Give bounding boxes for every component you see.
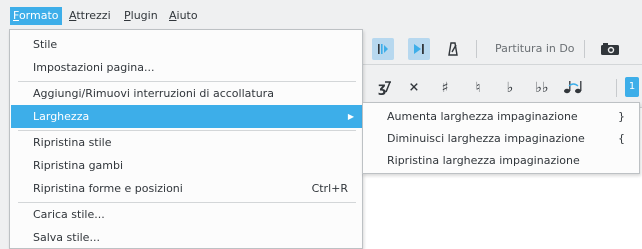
- menu-item-label: Ripristina forme e posizioni: [33, 182, 183, 195]
- menu-item-stile[interactable]: Stile: [11, 33, 362, 56]
- menu-item-ripristina-gambi[interactable]: Ripristina gambi: [11, 154, 362, 177]
- submenu-item-aumenta-larghezza[interactable]: Aumenta larghezza impaginazione }: [364, 106, 639, 128]
- menu-plugin-accel: P: [124, 9, 131, 22]
- menu-item-ripristina-forme[interactable]: Ripristina forme e posizioni Ctrl+R: [11, 177, 362, 200]
- menu-item-label: Aggiungi/Rimuovi interruzioni di accolla…: [33, 87, 274, 100]
- submenu-item-label: Diminuisci larghezza impaginazione: [387, 132, 585, 145]
- menu-item-label: Carica stile...: [33, 208, 105, 221]
- loop-in-button[interactable]: [372, 38, 394, 60]
- toolbar-separator: [584, 40, 585, 58]
- submenu-item-label: Ripristina larghezza impaginazione: [387, 154, 580, 167]
- toolbar-divider: [362, 64, 642, 65]
- submenu-item-ripristina-larghezza[interactable]: Ripristina larghezza impaginazione: [364, 150, 639, 172]
- loop-in-icon: [378, 44, 388, 54]
- play-repeat-icon: [414, 44, 424, 54]
- submenu-item-shortcut: {: [618, 132, 625, 145]
- toolbar-separator: [476, 40, 477, 58]
- camera-icon: [601, 43, 619, 55]
- menu-attrezzi[interactable]: Attrezzi: [66, 7, 114, 25]
- toolbar-separator: [616, 79, 617, 97]
- image-capture-button[interactable]: [597, 39, 623, 59]
- menu-item-label: Stile: [33, 38, 58, 51]
- menu-item-label: Salva stile...: [33, 231, 100, 244]
- metronome-icon: [448, 42, 458, 56]
- menu-plugin[interactable]: Plugin: [121, 7, 161, 25]
- flip-direction-button[interactable]: ʒ: [377, 78, 393, 98]
- submenu-item-shortcut: }: [618, 110, 625, 123]
- menu-attrezzi-label: ttrezzi: [76, 9, 111, 22]
- sharp-button[interactable]: ♯: [437, 78, 453, 98]
- voice-1-button[interactable]: 1: [625, 77, 639, 97]
- tie-icon: [564, 81, 582, 94]
- menu-item-interruzioni-accollatura[interactable]: Aggiungi/Rimuovi interruzioni di accolla…: [11, 82, 362, 105]
- tie-button[interactable]: [561, 78, 585, 98]
- flip-icon: ʒ: [378, 81, 391, 96]
- menu-item-label: Ripristina gambi: [33, 159, 124, 172]
- submenu-item-label: Aumenta larghezza impaginazione: [387, 110, 578, 123]
- submenu-arrow-icon: ▶: [347, 112, 354, 121]
- play-panel-button[interactable]: [408, 38, 430, 60]
- formato-menu: Stile Impostazioni pagina... Aggiungi/Ri…: [9, 29, 363, 249]
- menu-formato-label: ormato: [18, 9, 59, 22]
- menu-aiuto-accel: A: [169, 9, 177, 22]
- menu-aiuto[interactable]: Aiuto: [166, 7, 201, 25]
- menu-item-label: Ripristina stile: [33, 136, 112, 149]
- larghezza-submenu: Aumenta larghezza impaginazione } Diminu…: [362, 102, 640, 174]
- double-sharp-button[interactable]: ×: [406, 78, 422, 98]
- menu-item-carica-stile[interactable]: Carica stile...: [11, 203, 362, 226]
- menu-item-ripristina-stile[interactable]: Ripristina stile: [11, 131, 362, 154]
- menu-formato[interactable]: Formato: [10, 7, 62, 25]
- menu-item-label: Impostazioni pagina...: [33, 61, 155, 74]
- menu-item-salva-stile[interactable]: Salva stile...: [11, 226, 362, 249]
- menu-plugin-label: lugin: [130, 9, 158, 22]
- submenu-item-diminuisci-larghezza[interactable]: Diminuisci larghezza impaginazione {: [364, 128, 639, 150]
- concert-pitch-toggle[interactable]: Partitura in Do: [495, 40, 575, 58]
- flat-button[interactable]: ♭: [502, 78, 518, 98]
- svg-text:ʒ: ʒ: [378, 81, 386, 96]
- natural-button[interactable]: ♮: [470, 78, 486, 98]
- menubar: Formato Attrezzi Plugin Aiuto: [0, 0, 642, 29]
- menu-item-impostazioni-pagina[interactable]: Impostazioni pagina...: [11, 56, 362, 79]
- double-flat-button[interactable]: ♭♭: [530, 78, 554, 98]
- menu-item-larghezza[interactable]: Larghezza ▶: [11, 105, 362, 128]
- metronome-button[interactable]: [442, 38, 462, 60]
- menu-aiuto-label: iuto: [176, 9, 198, 22]
- menu-item-label: Larghezza: [33, 110, 90, 123]
- menu-item-shortcut: Ctrl+R: [311, 182, 348, 195]
